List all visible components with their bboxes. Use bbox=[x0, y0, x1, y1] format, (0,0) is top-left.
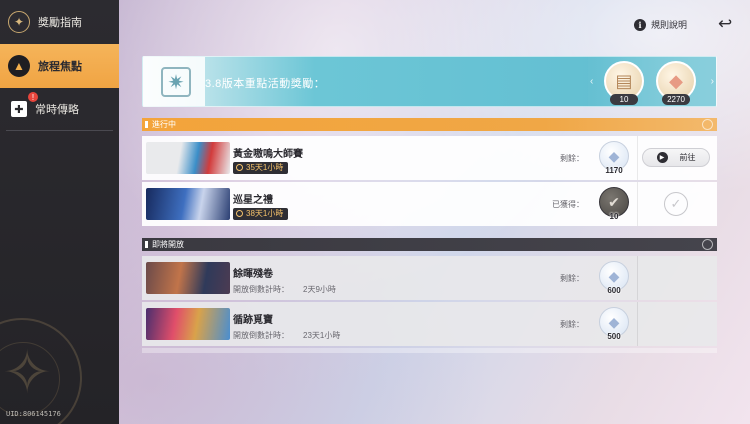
reward-count: 2270 bbox=[662, 94, 690, 105]
notification-badge: ! bbox=[28, 92, 38, 102]
reward-count: 10 bbox=[609, 212, 619, 221]
reward-count: 10 bbox=[610, 94, 638, 105]
banner-rewards: ‹ › ▤ 10 ◆ 2270 bbox=[588, 57, 716, 106]
compass-star-icon: ✦ bbox=[8, 11, 30, 33]
sidebar-item-label: 獎勵指南 bbox=[38, 17, 82, 29]
clock-icon bbox=[236, 210, 243, 217]
status-label: 已獲得： bbox=[552, 200, 584, 209]
reward-count: 1170 bbox=[605, 166, 623, 175]
panel-bottom-edge bbox=[142, 348, 717, 353]
status-label: 剩餘： bbox=[560, 154, 584, 163]
event-thumbnail bbox=[146, 188, 230, 220]
sidebar-divider bbox=[6, 130, 113, 131]
event-timer: 35天1小時 bbox=[233, 162, 289, 174]
info-icon: i bbox=[634, 18, 646, 31]
goto-label: 前往 bbox=[679, 153, 696, 162]
arrow-right-icon: ▶ bbox=[656, 152, 668, 163]
section-title: 進行中 bbox=[152, 120, 176, 129]
clock-icon bbox=[236, 164, 243, 171]
hat-icon: ▲ bbox=[8, 55, 30, 77]
section-title: 即將開放 bbox=[152, 240, 184, 249]
sidebar-item-journey-focus[interactable]: ▲ 旅程焦點 bbox=[0, 44, 119, 88]
section-header-ongoing: 進行中 bbox=[142, 118, 717, 131]
event-row[interactable]: 黃金嗷嗚大師賽 35天1小時 剩餘： ◆ 1170 ▶ 前往 bbox=[142, 136, 717, 180]
sidebar-item-reward-guide[interactable]: ✦ 獎勵指南 bbox=[0, 0, 119, 44]
rules-label: 規則說明 bbox=[651, 20, 688, 30]
completed-check-icon: ✓ bbox=[664, 192, 688, 216]
section-header-upcoming: 即將開放 bbox=[142, 238, 717, 251]
row-divider bbox=[637, 302, 638, 346]
goto-button[interactable]: ▶ 前往 bbox=[642, 148, 710, 167]
reward-count: 600 bbox=[607, 286, 621, 295]
timer-text: 35天1小時 bbox=[246, 163, 284, 172]
sidebar: ✦ 獎勵指南 ▲ 旅程焦點 ✚ ! 常時傳略 ✧ UID:806145176 bbox=[0, 0, 119, 424]
open-countdown: 開放倒數計時： 2天9小時 bbox=[233, 284, 336, 295]
event-title: 循跡覓寶 bbox=[233, 315, 273, 326]
timer-text: 38天1小時 bbox=[246, 209, 284, 218]
banner-title: 3.8版本重點活動獎勵： bbox=[205, 78, 326, 90]
banner-gift-panel: ✷ bbox=[143, 57, 205, 106]
event-row[interactable]: 巡星之禮 38天1小時 已獲得： ✔ 10 ✓ bbox=[142, 182, 717, 226]
section-deco-icon bbox=[702, 239, 713, 250]
version-reward-banner: ✷ 3.8版本重點活動獎勵： ‹ › ▤ 10 ◆ 2270 bbox=[142, 56, 717, 107]
sidebar-item-regular-biography[interactable]: ✚ ! 常時傳略 bbox=[0, 88, 119, 130]
gift-icon: ✷ bbox=[161, 67, 191, 97]
back-icon[interactable]: ↩ bbox=[718, 14, 732, 34]
countdown-value: 2天9小時 bbox=[303, 285, 336, 294]
countdown-label: 開放倒數計時： bbox=[233, 285, 289, 294]
status-label: 剩餘： bbox=[560, 320, 584, 329]
sidebar-item-label: 旅程焦點 bbox=[38, 61, 82, 73]
countdown-value: 23天1小時 bbox=[303, 331, 341, 340]
chevron-right-icon[interactable]: › bbox=[711, 76, 714, 87]
reward-count: 500 bbox=[607, 332, 621, 341]
event-reward[interactable]: ◆ 600 bbox=[598, 261, 630, 295]
event-timer: 38天1小時 bbox=[233, 208, 289, 220]
event-thumbnail bbox=[146, 308, 230, 340]
event-reward[interactable]: ◆ 500 bbox=[598, 307, 630, 341]
rules-button[interactable]: i 規則說明 bbox=[634, 18, 687, 31]
event-row[interactable]: 循跡覓寶 開放倒數計時： 23天1小時 剩餘： ◆ 500 bbox=[142, 302, 717, 346]
event-title: 巡星之禮 bbox=[233, 195, 273, 206]
event-thumbnail bbox=[146, 262, 230, 294]
reward-item[interactable]: ◆ 2270 bbox=[654, 61, 698, 105]
event-reward[interactable]: ✔ 10 bbox=[598, 187, 630, 221]
event-title: 餘暉殘卷 bbox=[233, 269, 273, 280]
reward-item[interactable]: ▤ 10 bbox=[602, 61, 646, 105]
status-label: 剩餘： bbox=[560, 274, 584, 283]
chevron-left-icon[interactable]: ‹ bbox=[590, 76, 593, 87]
countdown-label: 開放倒數計時： bbox=[233, 331, 289, 340]
event-row[interactable]: 餘暉殘卷 開放倒數計時： 2天9小時 剩餘： ◆ 600 bbox=[142, 256, 717, 300]
uid-label: UID:806145176 bbox=[6, 410, 61, 418]
open-countdown: 開放倒數計時： 23天1小時 bbox=[233, 330, 340, 341]
event-reward[interactable]: ◆ 1170 bbox=[598, 141, 630, 175]
section-deco-icon bbox=[702, 119, 713, 130]
row-divider bbox=[637, 182, 638, 226]
event-title: 黃金嗷嗚大師賽 bbox=[233, 149, 303, 160]
row-divider bbox=[637, 256, 638, 300]
event-thumbnail bbox=[146, 142, 230, 174]
row-divider bbox=[637, 136, 638, 180]
compass-star-decoration: ✧ bbox=[2, 339, 53, 406]
plus-square-icon: ✚ bbox=[11, 101, 27, 117]
sidebar-item-label: 常時傳略 bbox=[35, 104, 79, 116]
